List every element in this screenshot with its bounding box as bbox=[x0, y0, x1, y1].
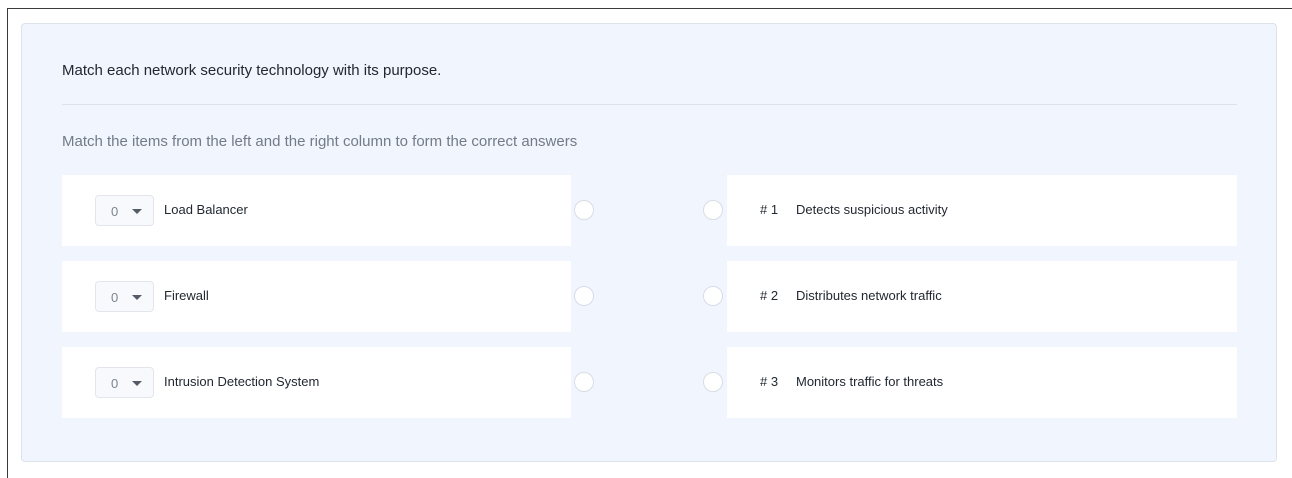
right-item-number: # 1 bbox=[760, 202, 779, 217]
right-connector[interactable] bbox=[703, 372, 723, 392]
left-item-label: Intrusion Detection System bbox=[164, 374, 320, 389]
left-item: 0 Firewall bbox=[62, 261, 571, 332]
question-text: Match each network security technology w… bbox=[62, 62, 442, 79]
select-value: 0 bbox=[111, 376, 119, 391]
match-select[interactable]: 0 bbox=[95, 195, 154, 226]
caret-down-icon bbox=[132, 295, 142, 300]
match-select[interactable]: 0 bbox=[95, 367, 154, 398]
caret-down-icon bbox=[132, 381, 142, 386]
divider bbox=[62, 104, 1237, 105]
left-connector[interactable] bbox=[574, 200, 594, 220]
right-item-number: # 3 bbox=[760, 374, 779, 389]
select-value: 0 bbox=[111, 204, 119, 219]
instruction-text: Match the items from the left and the ri… bbox=[62, 133, 578, 150]
right-item-text: Monitors traffic for threats bbox=[796, 374, 944, 389]
left-connector[interactable] bbox=[574, 372, 594, 392]
right-connector[interactable] bbox=[703, 286, 723, 306]
right-item: # 2 Distributes network traffic bbox=[727, 261, 1237, 332]
left-connector[interactable] bbox=[574, 286, 594, 306]
right-item: # 3 Monitors traffic for threats bbox=[727, 347, 1237, 418]
right-item: # 1 Detects suspicious activity bbox=[727, 175, 1237, 246]
left-item-label: Load Balancer bbox=[164, 202, 248, 217]
left-item: 0 Load Balancer bbox=[62, 175, 571, 246]
select-value: 0 bbox=[111, 290, 119, 305]
right-item-number: # 2 bbox=[760, 288, 779, 303]
caret-down-icon bbox=[132, 209, 142, 214]
match-select[interactable]: 0 bbox=[95, 281, 154, 312]
right-item-text: Distributes network traffic bbox=[796, 288, 942, 303]
left-item-label: Firewall bbox=[164, 288, 209, 303]
right-connector[interactable] bbox=[703, 200, 723, 220]
right-item-text: Detects suspicious activity bbox=[796, 202, 948, 217]
left-item: 0 Intrusion Detection System bbox=[62, 347, 571, 418]
